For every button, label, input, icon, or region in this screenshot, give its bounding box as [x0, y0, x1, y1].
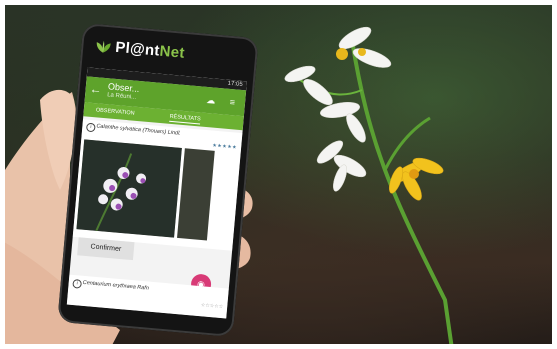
- species-name: Calanthe sylvatica (Thouars) Lindl.: [96, 123, 182, 137]
- observation-location: La Réuni...: [106, 92, 137, 101]
- rating-stars-2: ☆☆☆☆☆: [200, 302, 224, 311]
- confirm-button[interactable]: Confirmer: [77, 237, 135, 261]
- logo-text-b: Net: [158, 42, 186, 62]
- logo-text-a: Pl@nt: [114, 38, 161, 60]
- orchid-photo-image: [76, 139, 182, 238]
- result-card[interactable]: i Calanthe sylvatica (Thouars) Lindl. ★★…: [72, 119, 243, 261]
- toolbar-icons[interactable]: ☁ ≡: [206, 95, 242, 109]
- leaf-logo-icon: [96, 40, 111, 53]
- status-time: 17:05: [227, 80, 243, 89]
- phone-screen: 17:05 ← Obser... La Réuni... ☁ ≡ OBSERVA…: [66, 67, 247, 319]
- photo-scene: Pl@ntNet 17:05 ← Obser... La Réuni... ☁ …: [0, 0, 557, 349]
- orchid-photo[interactable]: [76, 139, 182, 238]
- tab-observation[interactable]: OBSERVATION: [96, 107, 135, 116]
- back-arrow-icon[interactable]: ←: [89, 82, 102, 97]
- rating-stars: ★★★★★: [212, 142, 238, 151]
- smartphone: Pl@ntNet 17:05 ← Obser... La Réuni... ☁ …: [57, 22, 259, 338]
- info-icon[interactable]: i: [85, 122, 96, 133]
- info-icon-2[interactable]: i: [72, 278, 83, 289]
- tab-results[interactable]: RÉSULTATS: [169, 113, 201, 125]
- species-name-2: Centaurium erythraea Rafn: [82, 279, 150, 292]
- secondary-photo[interactable]: [177, 148, 215, 241]
- plantnet-logo: Pl@ntNet: [115, 39, 186, 62]
